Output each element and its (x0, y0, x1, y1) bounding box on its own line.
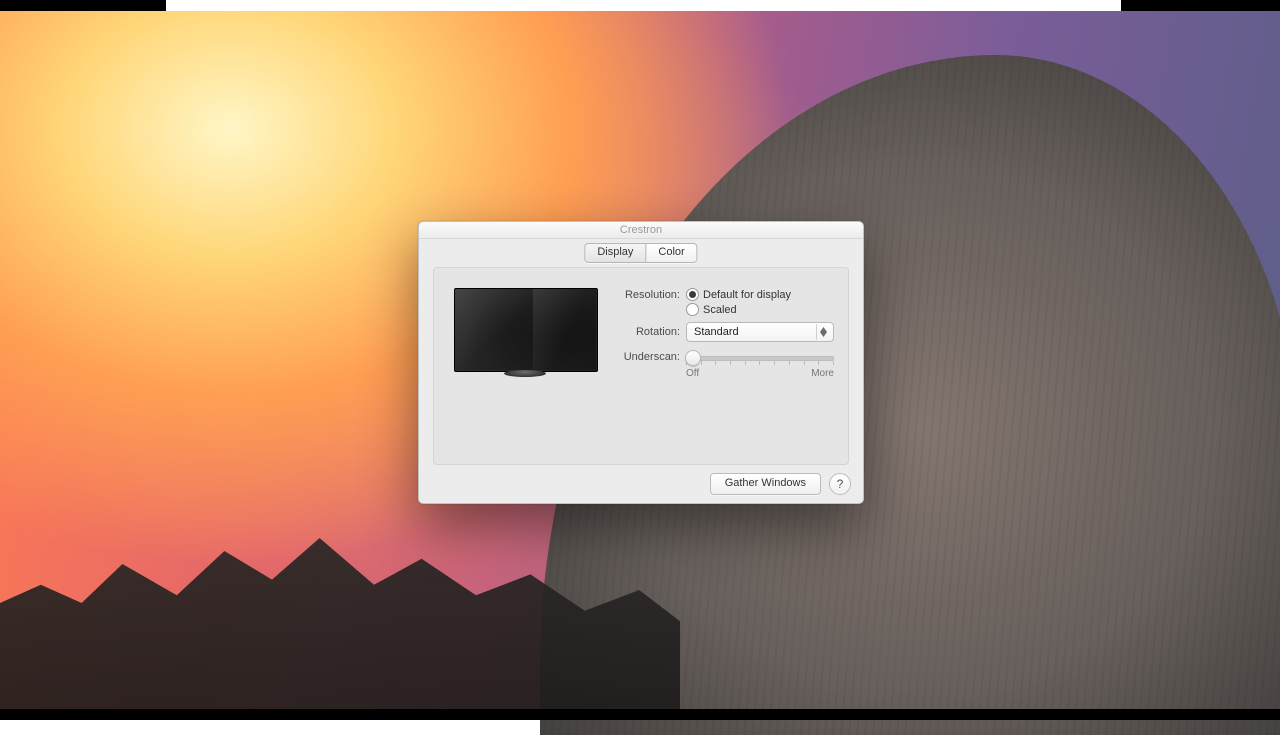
resolution-radio-default[interactable] (686, 288, 699, 301)
rotation-value: Standard (694, 326, 739, 338)
rotation-select[interactable]: Standard (686, 322, 834, 342)
monitor-icon (454, 288, 598, 372)
rotation-row: Rotation: Standard (612, 322, 834, 342)
underscan-slider[interactable]: Off More (686, 348, 834, 366)
help-icon: ? (837, 477, 844, 491)
rotation-label: Rotation: (612, 326, 686, 338)
select-stepper-icon (816, 324, 830, 340)
resolution-option-default[interactable]: Default for display (703, 289, 791, 301)
help-button[interactable]: ? (829, 473, 851, 495)
slider-ticks (686, 361, 834, 366)
monitor-stand (504, 370, 546, 377)
slider-thumb[interactable] (685, 350, 701, 366)
settings-panel: Resolution: Default for display Scaled R… (433, 267, 849, 465)
display-preferences-window: Crestron Display Color Resolution: Defau… (418, 221, 864, 504)
resolution-option-scaled[interactable]: Scaled (703, 304, 737, 316)
resolution-row-2: Scaled (612, 303, 834, 316)
resolution-radio-scaled[interactable] (686, 303, 699, 316)
gather-windows-button[interactable]: Gather Windows (710, 473, 821, 495)
underscan-max: More (811, 368, 834, 379)
window-title[interactable]: Crestron (419, 222, 863, 239)
tab-bar: Display Color (584, 243, 697, 263)
letterbox-bottom (0, 709, 1280, 720)
resolution-label: Resolution: (612, 289, 686, 301)
tab-display[interactable]: Display (585, 244, 645, 262)
tab-color[interactable]: Color (645, 244, 696, 262)
underscan-row: Underscan: Off More (612, 348, 834, 366)
resolution-row: Resolution: Default for display (612, 288, 834, 301)
underscan-min: Off (686, 368, 699, 379)
underscan-label: Underscan: (612, 348, 686, 363)
top-white-strip (166, 0, 1121, 11)
